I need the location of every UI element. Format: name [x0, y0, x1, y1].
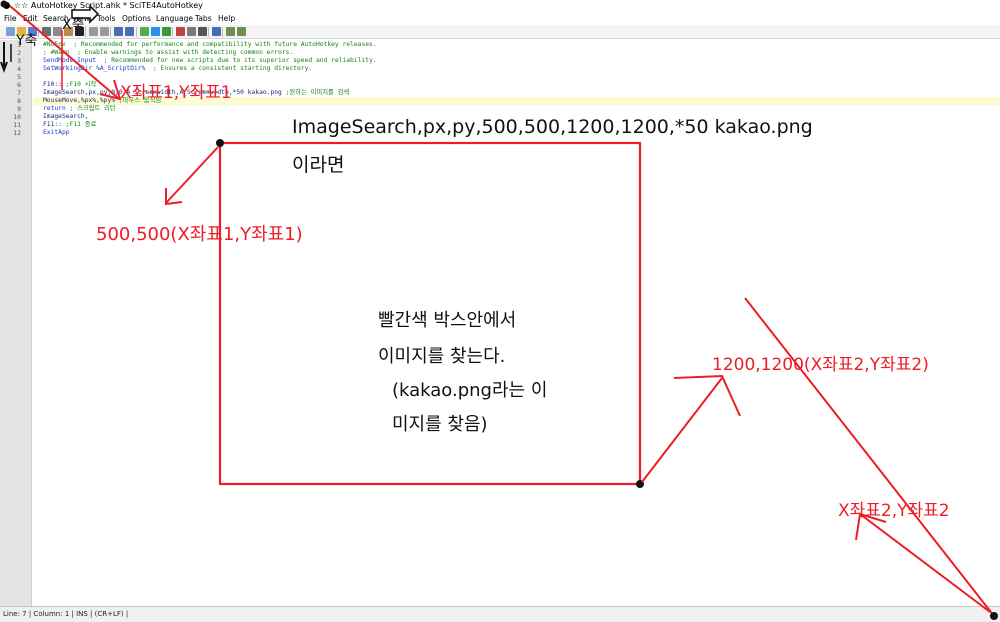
- toolbar-separator: [136, 27, 137, 37]
- code-line: ; #Warn ; Enable warnings to assist with…: [43, 49, 293, 57]
- code-token: ;F11 종료: [65, 121, 97, 128]
- line-number: 4: [17, 65, 21, 73]
- box-text-line2: 이미지를 찾는다.: [378, 346, 506, 367]
- code-token: ;원하는 이미지를 검색: [285, 89, 350, 96]
- line-number: 2: [17, 49, 21, 57]
- help-icon[interactable]: [212, 27, 221, 36]
- code-token: ; Recommended for new scripts due to its…: [103, 57, 377, 64]
- toolbar-separator: [222, 27, 223, 37]
- code-line: return ; 스크립트 리턴: [43, 105, 116, 113]
- line-number: 12: [13, 129, 21, 137]
- window-title: ☆☆ AutoHotkey Script.ahk * SciTE4AutoHot…: [14, 1, 203, 10]
- line-number: 8: [17, 97, 21, 105]
- title-bar: ☆☆ AutoHotkey Script.ahk * SciTE4AutoHot…: [0, 0, 1000, 12]
- run-icon[interactable]: [151, 27, 160, 36]
- menu-tabs[interactable]: Tabs: [195, 13, 212, 25]
- code-token: ; Ensures a consistent starting director…: [152, 65, 313, 72]
- redo-icon[interactable]: [100, 27, 109, 36]
- line-number: 5: [17, 73, 21, 81]
- code-line: F11:: ;F11 종료: [43, 121, 96, 129]
- line-number: 11: [13, 121, 21, 129]
- code-line: SendMode Input ; Recommended for new scr…: [43, 57, 377, 65]
- toolbar-separator: [172, 27, 173, 37]
- box-text-line4: 미지를 찾음): [392, 414, 488, 435]
- box-text-line3: (kakao.png라는 이: [392, 380, 548, 401]
- list-icon[interactable]: [226, 27, 235, 36]
- menu-options[interactable]: Options: [122, 13, 151, 25]
- line-number: 3: [17, 57, 21, 65]
- find-icon[interactable]: [114, 27, 123, 36]
- code-token: return: [43, 105, 70, 112]
- line-number-gutter: 1 2 3 4 5 6 7 8 9 10 11 12: [0, 40, 32, 606]
- y-axis-label: Y축: [16, 33, 38, 49]
- coord2-label: X좌표2,Y좌표2: [838, 501, 950, 521]
- menu-help[interactable]: Help: [218, 13, 235, 25]
- code-line: F10:: ;F10 시작: [43, 81, 96, 89]
- spy-icon[interactable]: [176, 27, 185, 36]
- window-icon[interactable]: [198, 27, 207, 36]
- toolbar-separator: [85, 27, 86, 37]
- toolbar-separator: [110, 27, 111, 37]
- replace-icon[interactable]: [125, 27, 134, 36]
- x-axis-label: X축: [62, 17, 85, 33]
- code-token: ; 스크립트 리턴: [69, 105, 116, 112]
- new-file-icon[interactable]: [6, 27, 15, 36]
- code-line: SetWorkingDir %A_ScriptDir% ; Ensures a …: [43, 65, 312, 73]
- code-token: ExitApp: [43, 129, 70, 136]
- menu-language[interactable]: Language: [156, 13, 193, 25]
- compile-icon[interactable]: [140, 27, 149, 36]
- code-line: #NoEnv ; Recommended for performance and…: [43, 41, 377, 49]
- copy-icon[interactable]: [53, 27, 62, 36]
- point1-label: 500,500(X좌표1,Y좌표1): [96, 224, 303, 245]
- code-token: F10::: [43, 81, 66, 88]
- line-number: 10: [13, 113, 21, 121]
- tools-icon[interactable]: [237, 27, 246, 36]
- debug-icon[interactable]: [162, 27, 171, 36]
- code-token: SendMode Input: [43, 57, 104, 64]
- coord1-label: X좌표1,Y좌표1: [120, 83, 232, 103]
- cut-icon[interactable]: [42, 27, 51, 36]
- toolbar-separator: [38, 27, 39, 37]
- status-bar: Line: 7 | Column: 1 | INS | (CR+LF) |: [0, 606, 1000, 622]
- code-token: #NoEnv ; Recommended for performance and…: [43, 41, 377, 48]
- undo-icon[interactable]: [89, 27, 98, 36]
- box-text-line1: 빨간색 박스안에서: [378, 310, 517, 331]
- code-line: ExitApp: [43, 129, 70, 137]
- code-token: SetWorkingDir %A_ScriptDir%: [43, 65, 153, 72]
- line-number: 6: [17, 81, 21, 89]
- toolbar: [0, 25, 1000, 39]
- point2-label: 1200,1200(X좌표2,Y좌표2): [712, 355, 929, 375]
- code-line: ImageSearch,: [43, 113, 89, 121]
- code-token: ImageSearch,: [43, 113, 89, 120]
- code-token: MouseMove,%px%,%py%: [43, 97, 119, 104]
- app-icon: [3, 2, 10, 9]
- menu-edit[interactable]: Edit: [23, 13, 38, 25]
- menu-tools[interactable]: Tools: [97, 13, 115, 25]
- example-line1: ImageSearch,px,py,500,500,1200,1200,*50 …: [292, 116, 813, 138]
- toolbar-separator: [208, 27, 209, 37]
- code-token: ; #Warn ; Enable warnings to assist with…: [43, 49, 294, 56]
- line-number: 9: [17, 105, 21, 113]
- example-line2: 이라면: [292, 154, 345, 176]
- line-number: 7: [17, 89, 21, 97]
- code-token: F11::: [43, 121, 66, 128]
- menu-bar: File Edit Search View Tools Options Lang…: [0, 13, 1000, 25]
- menu-file[interactable]: File: [4, 13, 17, 25]
- settings-icon[interactable]: [187, 27, 196, 36]
- code-token: ;F10 시작: [65, 81, 97, 88]
